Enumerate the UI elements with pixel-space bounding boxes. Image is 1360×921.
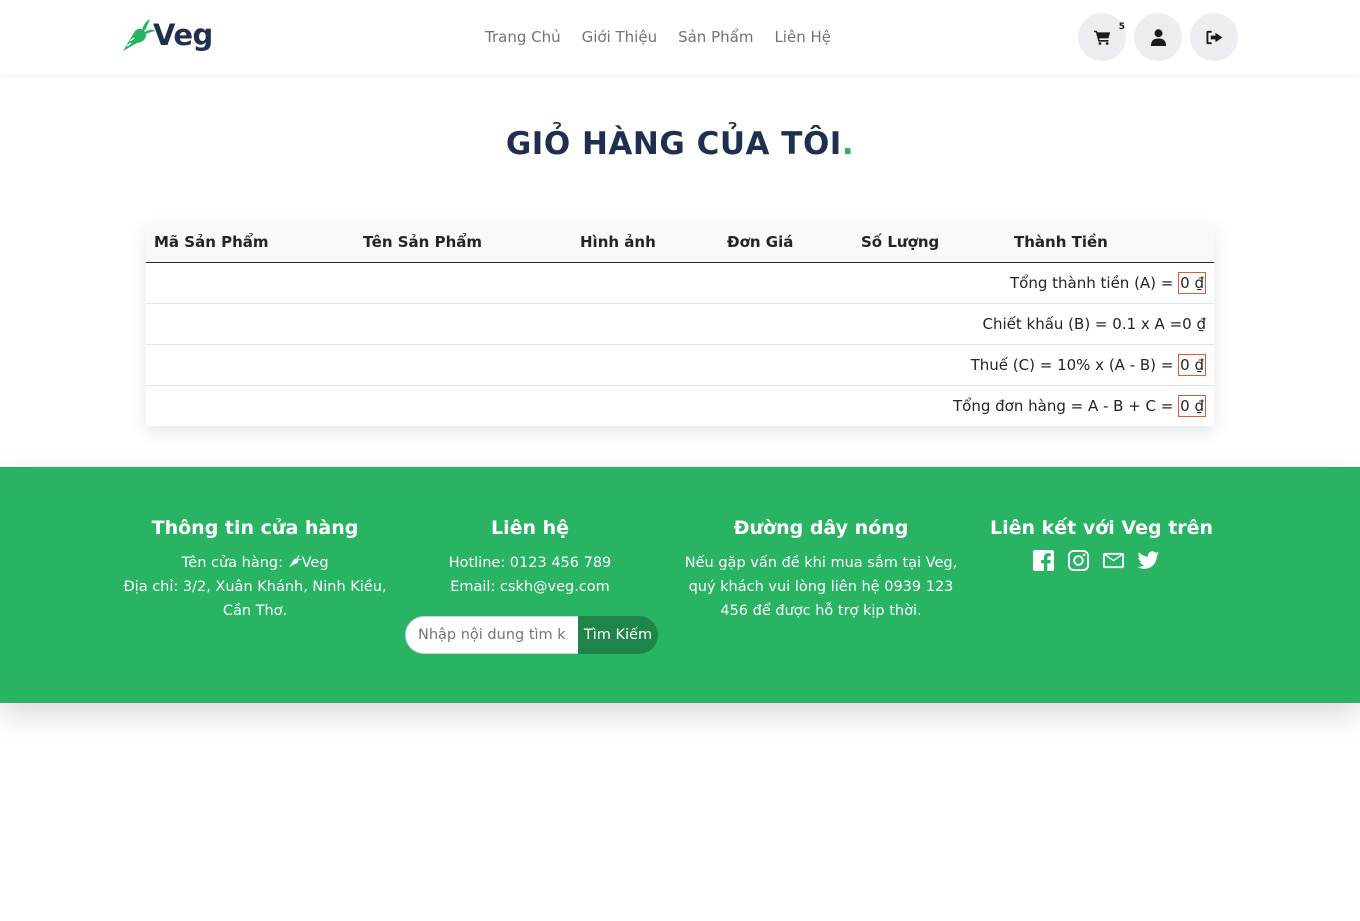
footer-store-info: Thông tin cửa hàng Tên cửa hàng: Veg Địa…: [120, 517, 390, 623]
footer-email: Email: cskh@veg.com: [450, 579, 610, 595]
footer-social: Liên kết với Veg trên: [990, 517, 1214, 572]
footer-store-name-line: Tên cửa hàng: Veg: [120, 551, 390, 575]
summary-row-subtotal: Tổng thành tiền (A) = 0 ₫: [146, 262, 1214, 304]
logout-button[interactable]: [1190, 13, 1238, 61]
col-unit-price: Đơn Giá: [719, 222, 853, 263]
footer-store-address: Địa chỉ: 3/2, Xuân Khánh, Ninh Kiều, Cần…: [123, 579, 387, 619]
col-image: Hình ảnh: [572, 222, 719, 263]
cart-table: Mã Sản Phẩm Tên Sản Phẩm Hình ảnh Đơn Gi…: [146, 222, 1214, 426]
col-product-code: Mã Sản Phẩm: [146, 222, 355, 263]
col-product-name: Tên Sản Phẩm: [355, 222, 572, 263]
page-title-text: GIỎ HÀNG CỦA TÔI: [505, 126, 842, 162]
navbar: Veg Trang Chủ Giới Thiệu Sản Phẩm Liên H…: [0, 0, 1360, 74]
footer-store-name: Veg: [301, 555, 329, 571]
carrot-icon: [288, 554, 302, 568]
search-input[interactable]: [405, 616, 578, 654]
cart-table-container: Mã Sản Phẩm Tên Sản Phẩm Hình ảnh Đơn Gi…: [146, 222, 1214, 426]
social-links: [990, 549, 1202, 572]
brand-logo[interactable]: Veg: [121, 17, 213, 53]
title-dot: .: [841, 126, 855, 162]
summary-value: 0 ₫: [1178, 394, 1206, 417]
summary-row-discount: Chiết khấu (B) = 0.1 x A =0 ₫: [146, 303, 1214, 345]
cart-icon: [1093, 30, 1110, 45]
facebook-icon[interactable]: [1032, 549, 1055, 572]
carrot-icon: [123, 19, 155, 51]
summary-label: Thuế (C) = 10% x (A - B) =: [970, 355, 1179, 374]
footer-social-title: Liên kết với Veg trên: [990, 517, 1214, 539]
page-title: GIỎ HÀNG CỦA TÔI.: [0, 126, 1360, 162]
footer: Thông tin cửa hàng Tên cửa hàng: Veg Địa…: [0, 467, 1360, 703]
summary-label: Chiết khấu (B) = 0.1 x A =: [982, 314, 1183, 333]
summary-row-tax: Thuế (C) = 10% x (A - B) = 0 ₫: [146, 344, 1214, 386]
footer-hotline-section: Đường dây nóng Nếu gặp vấn đề khi mua sắ…: [682, 517, 960, 623]
summary-value: 0 ₫: [1178, 271, 1206, 294]
footer-hotline-text: Nếu gặp vấn đề khi mua sắm tại Veg, quý …: [684, 555, 958, 619]
summary-value: 0 ₫: [1178, 353, 1206, 376]
footer-hotline-title: Đường dây nóng: [733, 517, 909, 539]
footer-hotline: Hotline: 0123 456 789: [448, 555, 612, 571]
col-subtotal: Thành Tiền: [1006, 222, 1214, 263]
nav-item-products[interactable]: Sản Phẩm: [678, 26, 753, 48]
summary-label: Tổng đơn hàng = A - B + C =: [953, 396, 1179, 415]
sign-out-icon: [1205, 30, 1223, 44]
footer-contact-title: Liên hệ: [490, 517, 570, 539]
footer-store-title: Thông tin cửa hàng: [151, 517, 359, 539]
nav-item-about[interactable]: Giới Thiệu: [582, 26, 657, 48]
envelope-icon[interactable]: [1102, 549, 1125, 572]
main-nav: Trang Chủ Giới Thiệu Sản Phẩm Liên Hệ: [485, 26, 852, 48]
brand-name: Veg: [153, 18, 213, 52]
search-button[interactable]: Tìm Kiếm: [578, 616, 658, 654]
twitter-icon[interactable]: [1137, 549, 1160, 572]
summary-row-total: Tổng đơn hàng = A - B + C = 0 ₫: [146, 385, 1214, 426]
cart-table-header: Mã Sản Phẩm Tên Sản Phẩm Hình ảnh Đơn Gi…: [146, 222, 1214, 263]
nav-item-contact[interactable]: Liên Hệ: [774, 26, 831, 48]
instagram-icon[interactable]: [1067, 549, 1090, 572]
summary-label: Tổng thành tiền (A) =: [1010, 273, 1179, 292]
footer-contact: Liên hệ Hotline: 0123 456 789 Email: csk…: [402, 517, 658, 654]
footer-store-name-prefix: Tên cửa hàng:: [181, 555, 288, 571]
cart-button[interactable]: 5: [1078, 13, 1126, 61]
summary-value: 0 ₫: [1182, 314, 1206, 333]
user-icon: [1150, 28, 1166, 46]
nav-item-home[interactable]: Trang Chủ: [485, 26, 561, 48]
nav-actions: 5: [1078, 13, 1246, 61]
col-quantity: Số Lượng: [853, 222, 1006, 263]
footer-search: Tìm Kiếm: [405, 616, 658, 654]
cart-count-badge: 5: [1118, 22, 1125, 32]
account-button[interactable]: [1134, 13, 1182, 61]
